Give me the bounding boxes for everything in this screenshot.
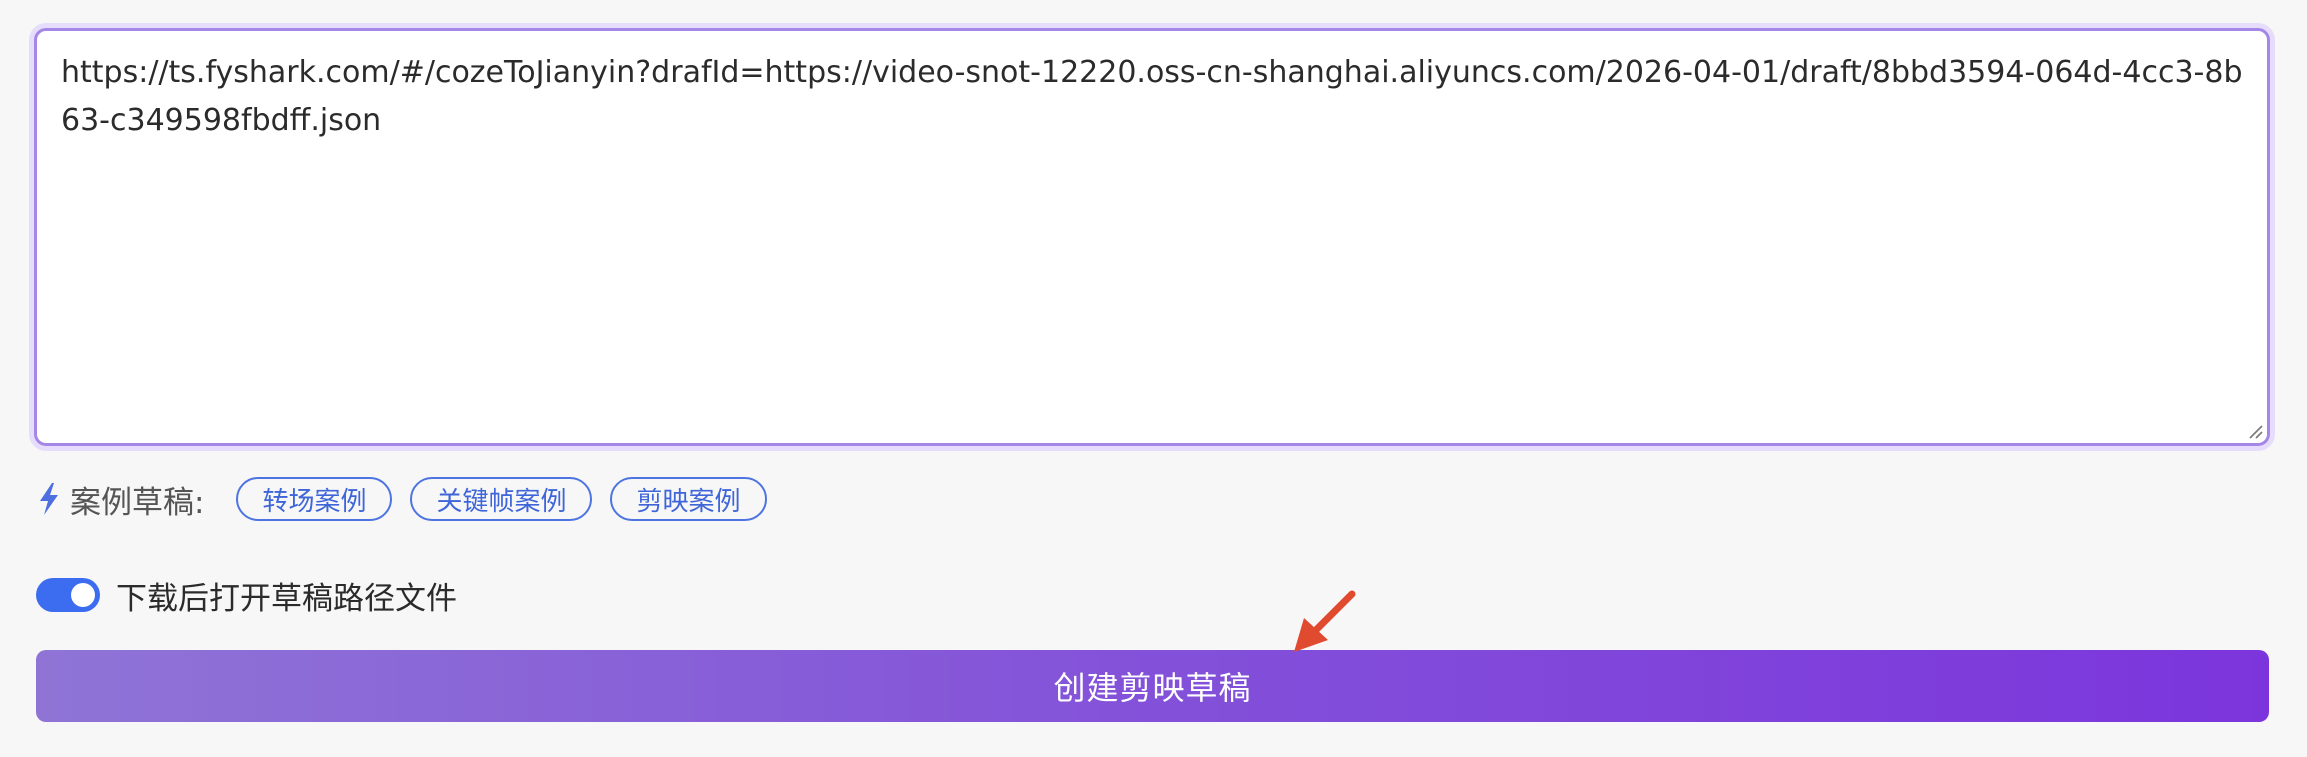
open-folder-toggle-row: 下载后打开草稿路径文件 xyxy=(36,572,457,618)
example-drafts-row: 案例草稿: 转场案例 关键帧案例 剪映案例 xyxy=(36,476,785,522)
draft-url-textarea-container xyxy=(34,28,2270,446)
resize-handle-icon[interactable] xyxy=(2245,421,2263,439)
create-draft-button[interactable]: 创建剪映草稿 xyxy=(36,650,2269,722)
example-chip-transition[interactable]: 转场案例 xyxy=(236,477,393,521)
red-arrow-annotation-icon xyxy=(1294,590,1356,652)
example-drafts-label: 案例草稿: xyxy=(70,484,205,521)
example-chip-keyframe[interactable]: 关键帧案例 xyxy=(410,477,593,521)
open-folder-toggle-label: 下载后打开草稿路径文件 xyxy=(116,580,457,617)
draft-url-textarea[interactable] xyxy=(37,31,2267,443)
example-chip-jianying[interactable]: 剪映案例 xyxy=(610,477,767,521)
lightning-bolt-icon xyxy=(40,483,58,515)
open-folder-toggle[interactable] xyxy=(36,578,100,612)
toggle-knob xyxy=(71,583,95,607)
